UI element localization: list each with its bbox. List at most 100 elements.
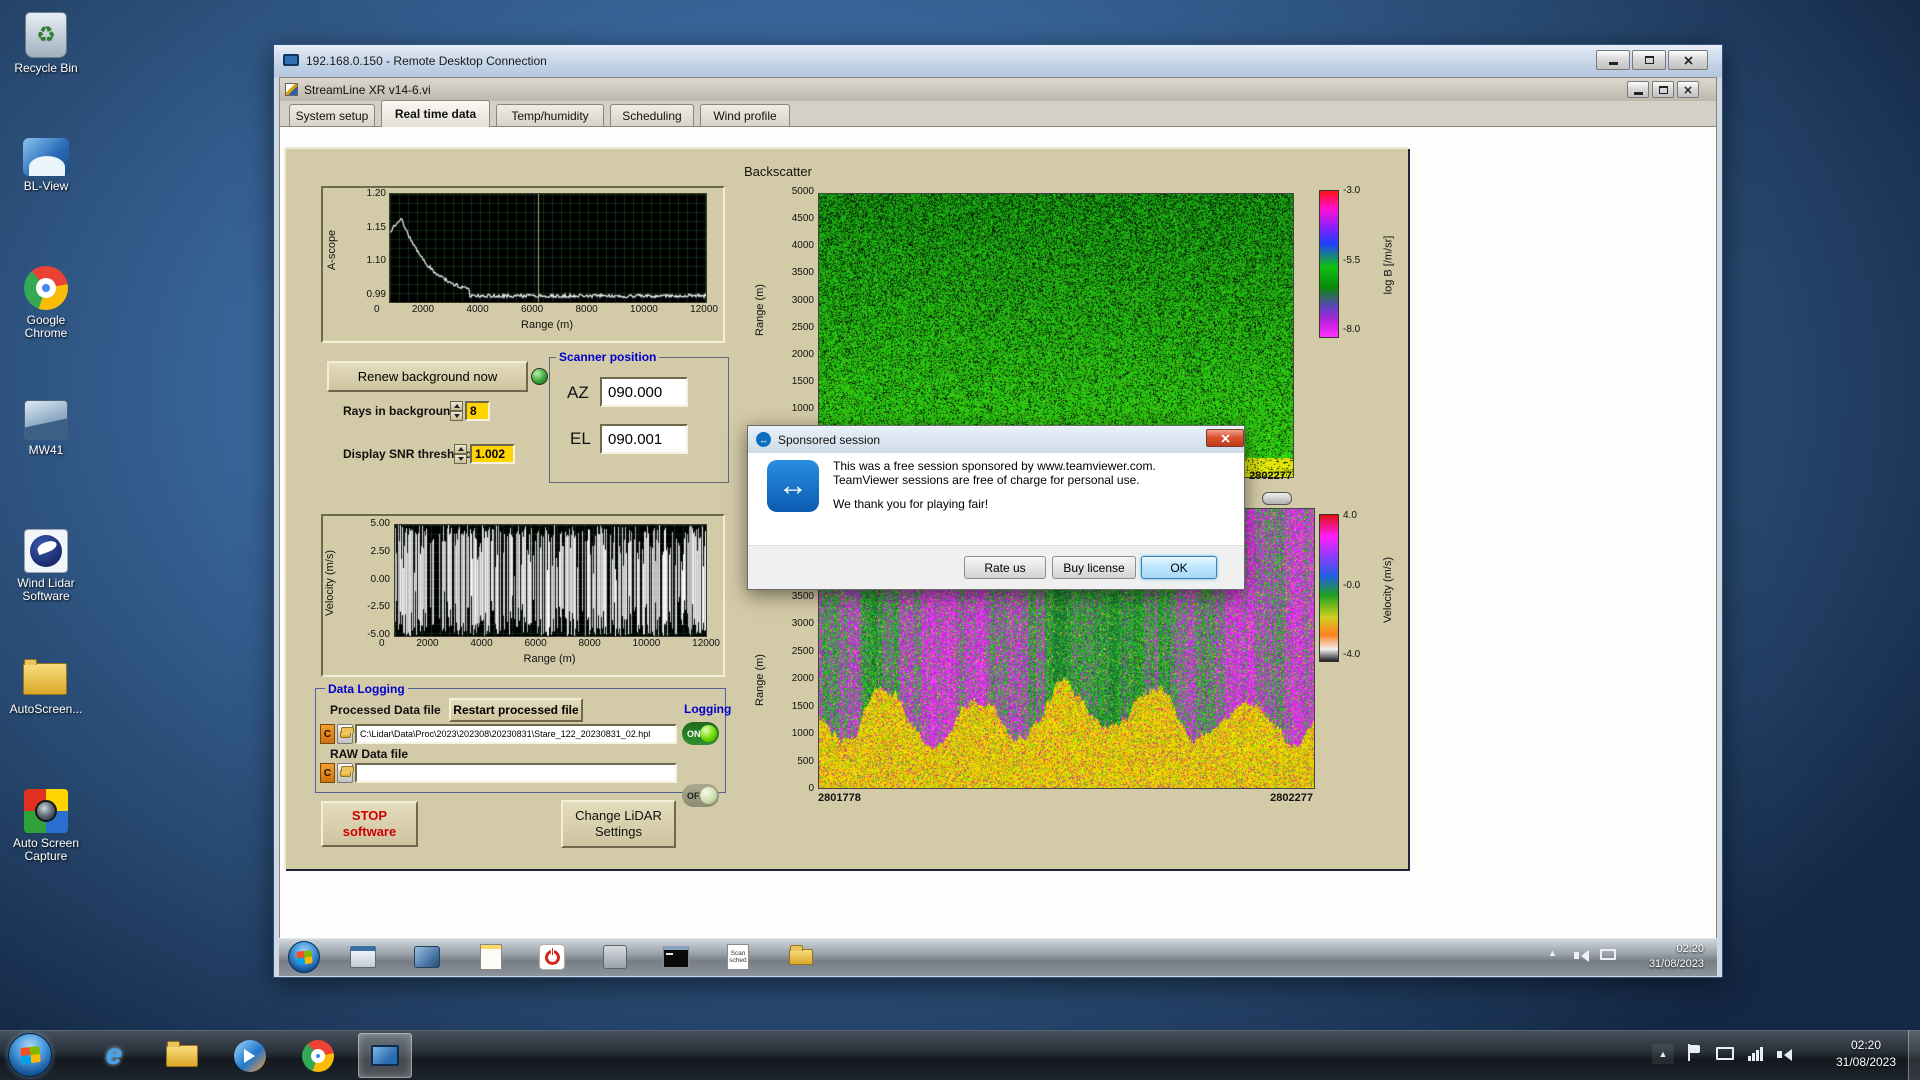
remote-clock[interactable]: 02:20 31/08/2023 [1626,942,1704,972]
velocity-color-scale [1319,514,1339,662]
spin-down-icon[interactable] [454,454,467,464]
restart-processed-file-button[interactable]: Restart processed file [449,698,583,722]
remote-taskbar-console-icon[interactable] [661,942,691,972]
dialog-titlebar[interactable]: ↔ Sponsored session [748,426,1244,453]
velocity-y-axis-label: Velocity (m/s) [322,535,338,630]
remote-taskbar-scan-sched-icon[interactable]: Scan sched [723,942,753,972]
rdp-maximize-button[interactable] [1632,50,1666,70]
tray-action-center-icon[interactable] [1688,1044,1702,1062]
processed-drive-selector[interactable]: C [320,724,335,744]
axis-tick-label: 10000 [633,638,661,649]
axis-tick-label: 5.00 [371,518,390,529]
app-close-button[interactable] [1677,81,1699,98]
tab-scheduling[interactable]: Scheduling [610,104,694,127]
minimize-icon [1634,92,1643,95]
rays-value-field[interactable]: 8 [465,401,490,421]
rdp-titlebar[interactable]: 192.168.0.150 - Remote Desktop Connectio… [274,45,1722,77]
raw-drive-selector[interactable]: C [320,763,335,783]
taskbar-chrome-icon[interactable] [296,1036,340,1076]
dialog-text-line2: TeamViewer sessions are free of charge f… [833,473,1140,487]
axis-tick-label: 6000 [521,304,543,315]
dialog-close-button[interactable] [1206,429,1244,447]
tray-display-icon[interactable] [1716,1047,1734,1060]
remote-taskbar-app4-icon[interactable] [600,942,630,972]
axis-tick-label: 12000 [690,304,718,315]
desktop-icon-bl-view[interactable]: BL-View [6,138,86,193]
axis-tick-label: 6000 [524,638,546,649]
backscatter-color-scale [1319,190,1339,338]
clock[interactable]: 02:20 31/08/2023 [1824,1037,1908,1071]
renew-background-button[interactable]: Renew background now [327,361,528,392]
desktop-icon-mw41[interactable]: MW41 [6,400,86,457]
rdp-close-button[interactable] [1668,50,1708,70]
desktop-icon-google-chrome[interactable]: Google Chrome [6,266,86,340]
desktop-icon-auto-screen-capture[interactable]: Auto Screen Capture [6,789,86,863]
axis-tick-label: 1.10 [367,255,386,266]
tray-volume-icon[interactable] [1774,1047,1794,1061]
remote-taskbar-folder-icon[interactable] [786,942,816,972]
snr-value-field[interactable]: 1.002 [470,444,515,464]
remote-volume-icon[interactable] [1572,948,1590,962]
raw-path-field[interactable] [355,763,677,783]
el-value-field[interactable]: 090.001 [600,424,688,454]
ok-button[interactable]: OK [1141,556,1217,579]
processed-browse-button[interactable] [337,724,353,744]
stop-software-button[interactable]: STOP software [321,801,418,847]
axis-tick-label: 2000 [792,349,814,360]
az-value-field[interactable]: 090.000 [600,377,688,407]
axis-tick-label: 12000 [692,638,720,649]
remote-taskbar-power-icon[interactable] [537,942,567,972]
remote-start-button[interactable] [288,941,320,973]
raw-browse-button[interactable] [337,763,353,783]
remote-taskbar-app3-icon[interactable] [476,942,506,972]
app-window-title: StreamLine XR v14-6.vi [304,83,431,97]
snr-spinner[interactable] [454,444,467,464]
desktop-icon-label: MW41 [6,444,86,457]
axis-tick-label: 0.99 [367,289,386,300]
raw-logging-toggle[interactable]: OFF [682,784,719,807]
graph-scroll-knob[interactable] [1262,492,1292,505]
spin-up-icon[interactable] [454,444,467,454]
remote-taskbar-app1-icon[interactable] [348,942,378,972]
axis-tick-label: 1000 [792,728,814,739]
axis-tick-label: 0 [379,638,385,649]
buy-license-button[interactable]: Buy license [1052,556,1136,579]
remote-network-icon[interactable] [1600,949,1616,960]
backscatter-scale-label: log B [/m/sr] [1380,205,1396,325]
app-titlebar[interactable]: StreamLine XR v14-6.vi [280,78,1716,101]
remote-taskbar-app2-icon[interactable] [412,942,442,972]
ascope-y-axis: 1.20 1.15 1.10 0.99 [350,188,386,300]
app-restore-button[interactable] [1652,81,1674,98]
desktop-icon-recycle-bin[interactable]: ♻ Recycle Bin [6,12,86,75]
start-button[interactable] [8,1033,52,1077]
taskbar-explorer-icon[interactable] [160,1038,204,1074]
media-player-icon [234,1040,266,1072]
tab-temp-humidity[interactable]: Temp/humidity [496,104,604,127]
tab-wind-profile[interactable]: Wind profile [700,104,790,127]
show-desktop-button[interactable] [1908,1030,1920,1080]
app-minimize-button[interactable] [1627,81,1649,98]
dialog-title: Sponsored session [778,433,880,447]
rate-us-button[interactable]: Rate us [964,556,1046,579]
tab-system-setup[interactable]: System setup [289,104,375,127]
taskbar-rdp-button-active[interactable] [358,1033,412,1078]
tray-chevron-icon[interactable]: ▲ [1652,1044,1674,1064]
taskbar-media-player-icon[interactable] [228,1036,272,1076]
tab-real-time-data[interactable]: Real time data [381,100,490,127]
taskbar-ie-icon[interactable]: e [92,1034,136,1076]
processed-logging-toggle[interactable]: ON [682,722,719,745]
rdp-window-title: 192.168.0.150 - Remote Desktop Connectio… [306,54,547,68]
processed-path-field[interactable]: C:\Lidar\Data\Proc\2023\202308\20230831\… [355,724,677,744]
rays-spinner[interactable] [450,401,463,421]
backscatter-scale-ticks: -3.0 -5.5 -8.0 [1343,185,1383,335]
desktop-icon-wind-lidar[interactable]: Wind Lidar Software [6,529,86,603]
change-lidar-settings-button[interactable]: Change LiDAR Settings [561,800,676,848]
windows-flag-icon [20,1046,41,1064]
rdp-minimize-button[interactable] [1596,50,1630,70]
spin-down-icon[interactable] [450,411,463,421]
remote-tray-chevron-icon[interactable]: ▲ [1548,948,1557,958]
spin-up-icon[interactable] [450,401,463,411]
backscatter-title: Backscatter [744,164,812,179]
desktop-icon-autoscreen[interactable]: AutoScreen... [6,657,86,716]
tray-network-icon[interactable] [1746,1046,1764,1061]
